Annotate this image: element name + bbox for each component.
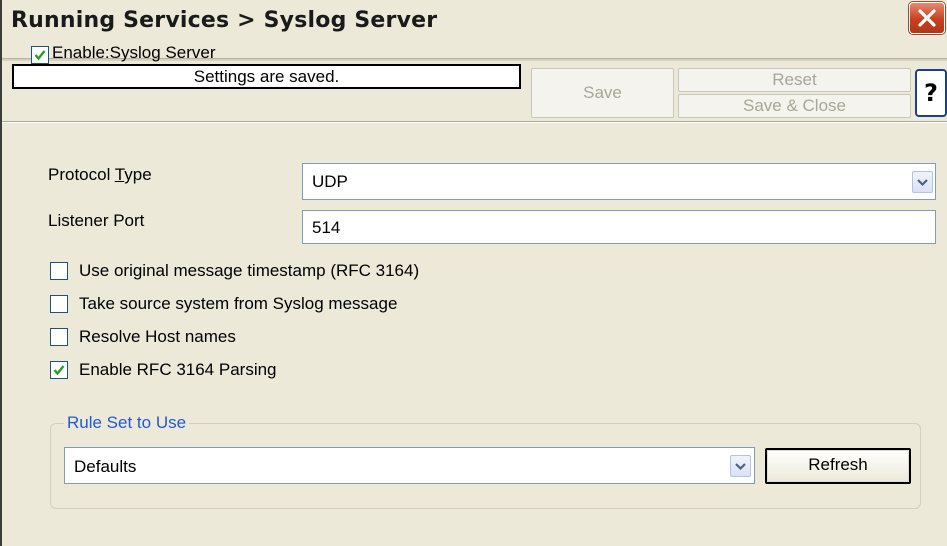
checkmark-icon	[53, 365, 65, 376]
toolbar-separator-highlight	[2, 122, 947, 123]
original-timestamp-checkbox[interactable]	[50, 262, 68, 280]
rfc3164-parsing-label: Enable RFC 3164 Parsing	[79, 360, 277, 379]
resolve-hostnames-label: Resolve Host names	[79, 327, 236, 346]
syslog-server-window: Running Services > Syslog Server Enable:…	[0, 0, 947, 546]
close-icon	[918, 9, 936, 27]
window-title: Running Services > Syslog Server	[11, 8, 438, 33]
source-system-checkbox[interactable]	[50, 295, 68, 313]
source-system-label: Take source system from Syslog message	[79, 294, 398, 313]
rule-set-value: Defaults	[74, 457, 137, 476]
chevron-down-icon	[735, 463, 746, 471]
listener-port-input[interactable]: 514	[302, 210, 936, 244]
chevron-down-icon	[917, 179, 928, 187]
resolve-hostnames-checkbox[interactable]	[50, 328, 68, 346]
protocol-label-text-rest: ype	[124, 165, 152, 184]
protocol-type-select[interactable]: UDP	[302, 163, 936, 200]
rule-set-dropdown-button[interactable]	[730, 455, 751, 477]
protocol-type-value: UDP	[312, 172, 348, 191]
reset-button[interactable]: Reset	[678, 68, 911, 92]
refresh-button[interactable]: Refresh	[765, 448, 911, 484]
protocol-type-label: Protocol Type	[48, 165, 152, 185]
original-timestamp-label: Use original message timestamp (RFC 3164…	[79, 261, 420, 280]
rfc3164-parsing-checkbox[interactable]	[50, 361, 68, 379]
help-button[interactable]: ?	[915, 69, 947, 117]
save-button[interactable]: Save	[531, 68, 674, 118]
rule-set-group-title: Rule Set to Use	[64, 413, 190, 433]
enable-syslog-checkbox[interactable]	[31, 46, 49, 64]
close-button[interactable]	[909, 2, 945, 34]
rule-set-select[interactable]: Defaults	[64, 447, 755, 484]
listener-port-value: 514	[312, 218, 341, 237]
protocol-label-text: Protocol	[48, 165, 115, 184]
status-message: Settings are saved.	[12, 64, 521, 89]
enable-syslog-label: Enable:Syslog Server	[52, 43, 216, 62]
listener-port-label: Listener Port	[48, 211, 145, 230]
protocol-dropdown-button[interactable]	[912, 171, 933, 193]
save-close-button[interactable]: Save & Close	[678, 94, 911, 118]
protocol-label-accesskey: T	[114, 165, 125, 184]
checkmark-icon	[34, 50, 46, 61]
